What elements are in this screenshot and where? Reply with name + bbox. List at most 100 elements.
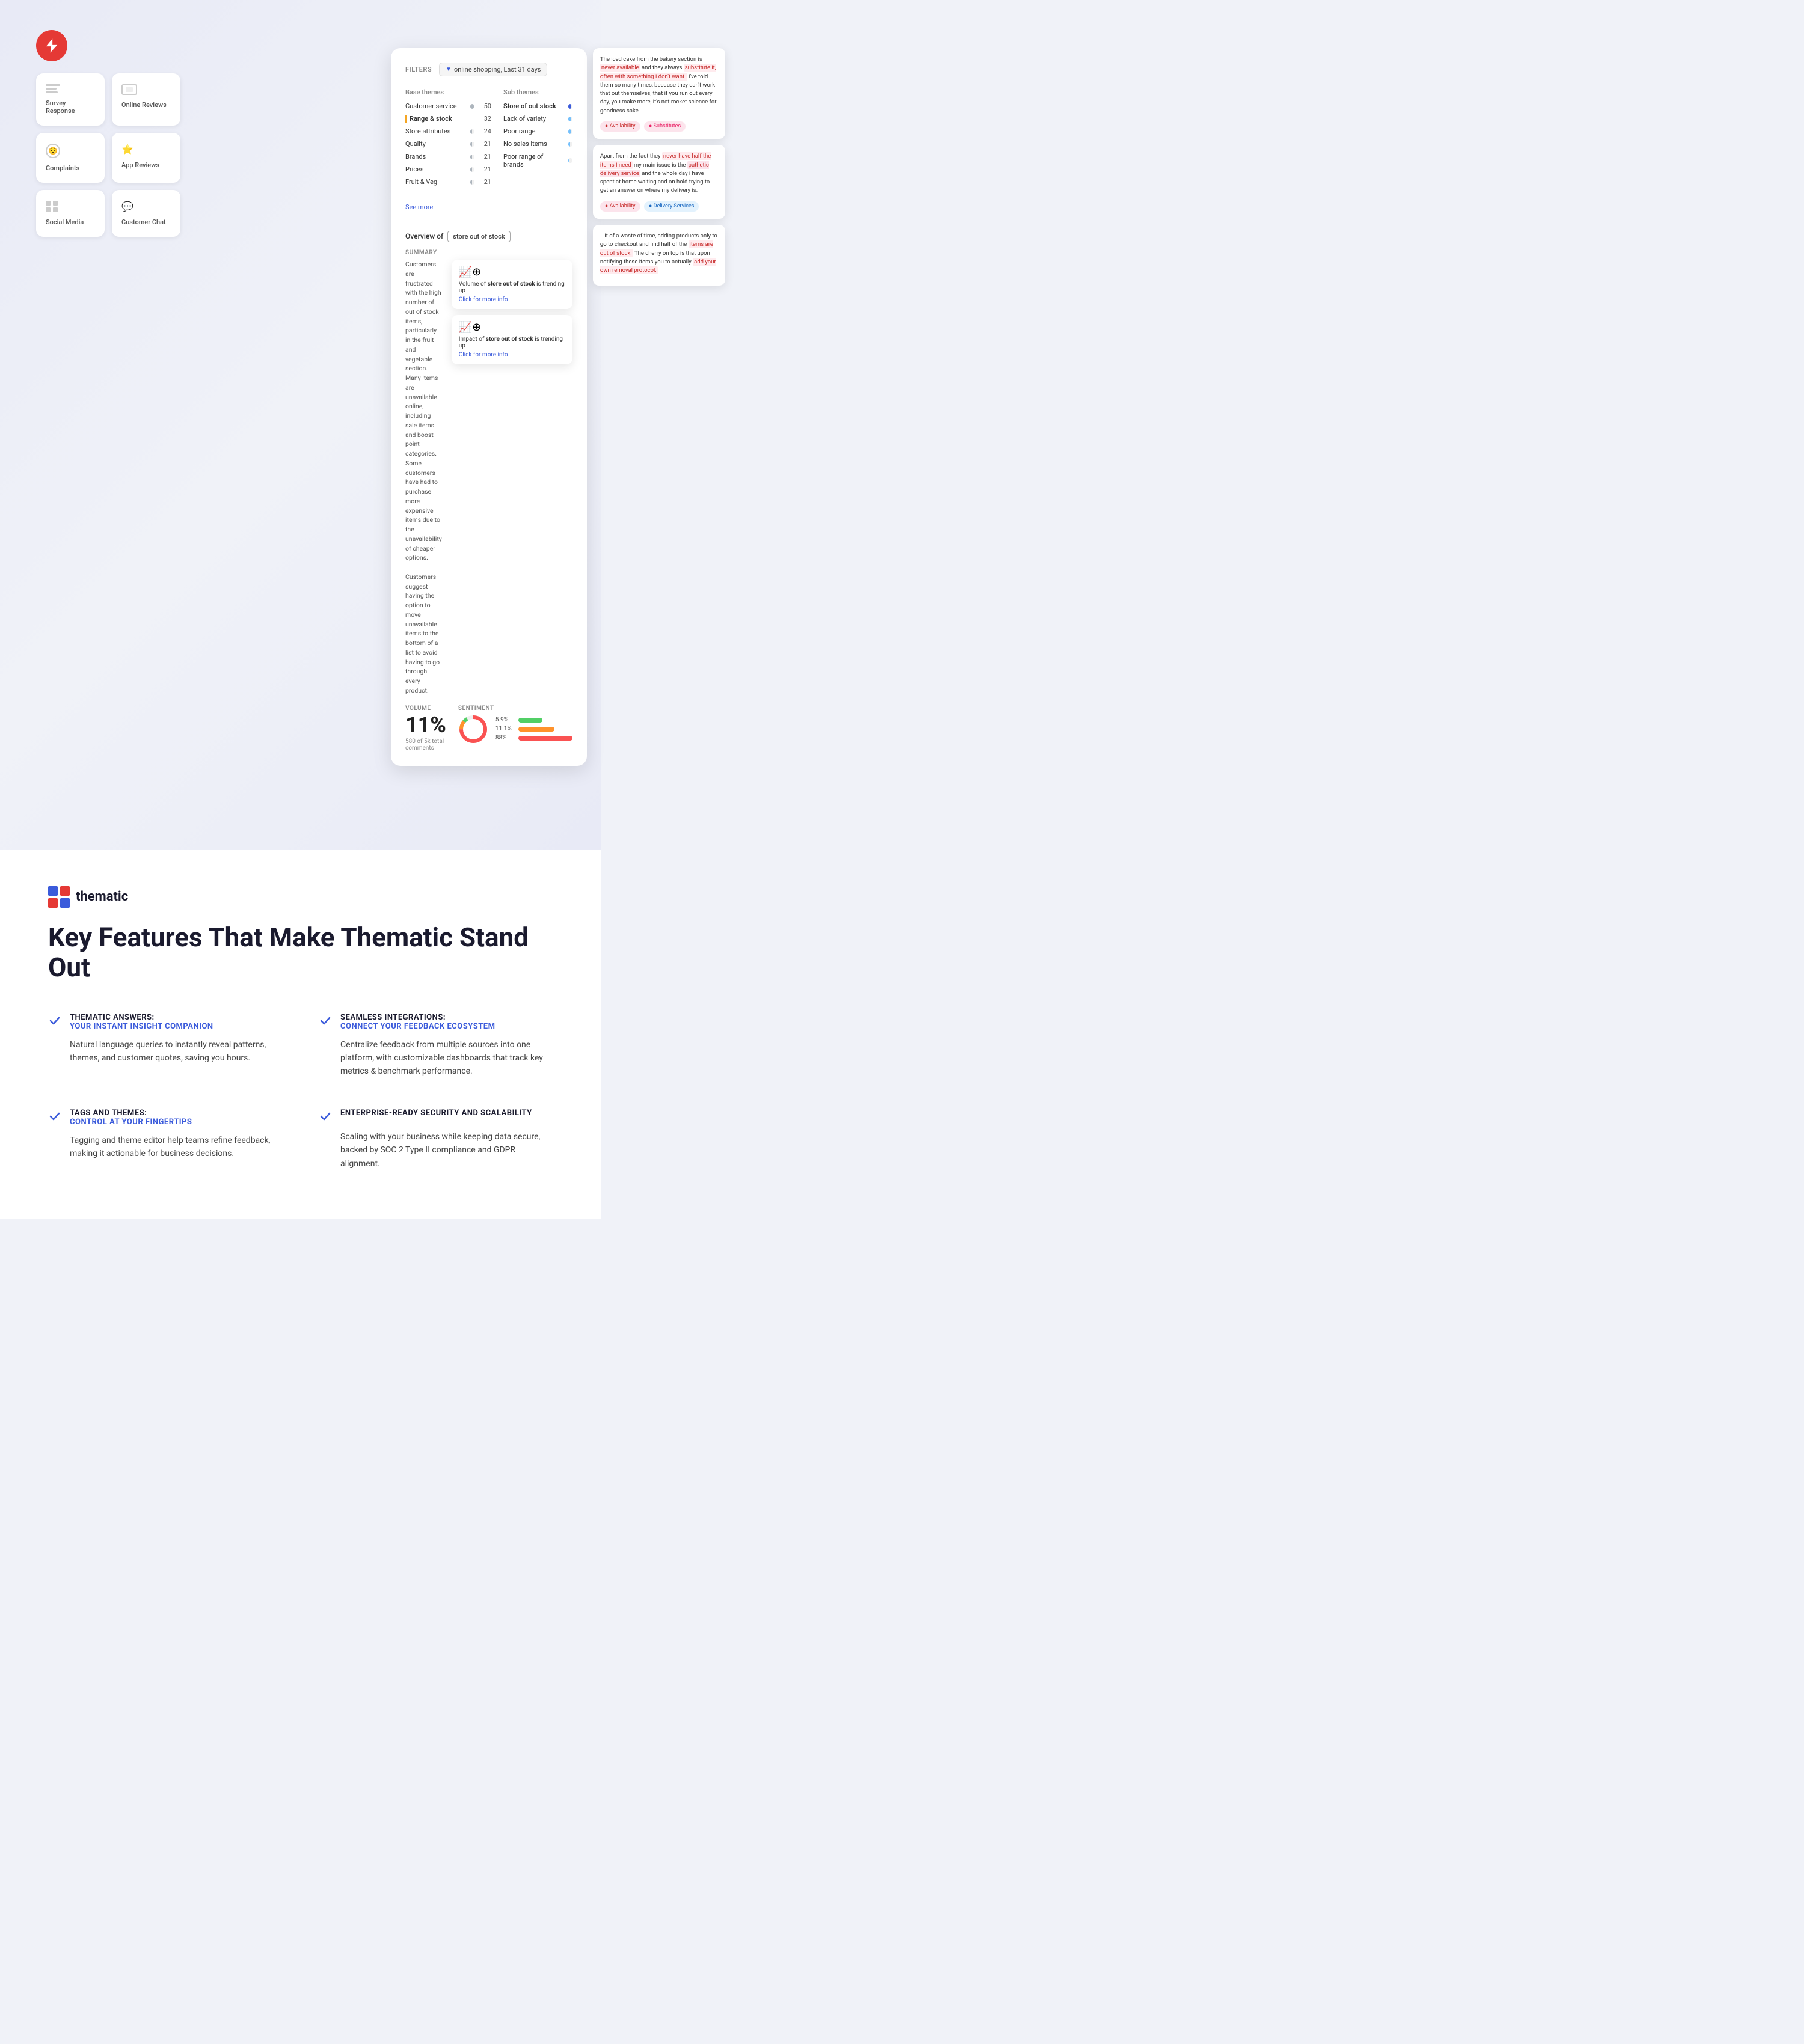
feature-title-line1-1: THEMATIC ANSWERS: [70,1013,213,1022]
theme-count: 21 [479,153,491,161]
see-more-link[interactable]: See more [405,203,433,211]
summary-text: Customers are frustrated with the high n… [405,260,442,696]
theme-bar-container [470,104,474,109]
trending-up-icon-2: 📈⊕ [459,321,565,334]
check-icon-3 [48,1110,61,1123]
review-tags-2: ● Availability ● Delivery Services [600,199,718,212]
sentiment-row-2: 11.1% [495,726,572,732]
tag-availability-2: ● Availability [600,201,640,212]
theme-name: Store attributes [405,127,465,135]
trend-card-link[interactable]: Click for more info [459,296,565,303]
review-text-3: ...it of a waste of time, adding product… [600,232,718,275]
filter-tag-text: online shopping, Last 31 days [454,66,541,73]
theme-count: 21 [479,140,491,148]
sentiment-content: 5.9% 11.1% 88% [458,714,572,744]
feature-desc-1: Natural language queries to instantly re… [70,1038,283,1065]
sub-theme-row-1: Store of out stock [503,102,572,110]
feature-desc-2: Centralize feedback from multiple source… [340,1038,553,1079]
sentiment-bar-negative [518,736,572,741]
theme-row-quality: Quality 21 [405,140,491,148]
sub-theme-bar-container [568,117,572,121]
feature-header-4: ENTERPRISE-READY SECURITY AND SCALABILIT… [319,1109,553,1123]
review-card-1: The iced cake from the bakery section is… [593,48,725,139]
feature-title-line2-3: CONTROL AT YOUR FINGERTIPS [70,1118,192,1127]
theme-count: 21 [479,165,491,173]
sentiment-row-1: 5.9% [495,717,572,723]
feature-title-2: SEAMLESS INTEGRATIONS: CONNECT YOUR FEED… [340,1013,495,1031]
review-card-2: Apart from the fact they never have half… [593,145,725,219]
theme-bar [470,155,472,159]
theme-row-store-attr: Store attributes 24 [405,127,491,135]
filter-tag[interactable]: ▼ online shopping, Last 31 days [439,63,547,76]
theme-row-brands: Brands 21 [405,153,491,161]
thematic-logo-icon [48,886,70,908]
highlight-never-available: never available [600,64,640,72]
theme-bar-container [470,129,474,134]
main-heading: Key Features That Make Thematic Stand Ou… [48,922,553,983]
feature-item-4: ENTERPRISE-READY SECURITY AND SCALABILIT… [319,1109,553,1170]
sentiment-pct: 11.1% [495,726,515,732]
sentiment-label: SENTIMENT [458,705,572,712]
overview-prefix: Overview of [405,232,443,240]
overview-section: Overview of store out of stock SUMMARY C… [405,221,572,751]
feature-title-line1-2: SEAMLESS INTEGRATIONS: [340,1013,495,1022]
sub-themes-header: Sub themes [503,88,572,96]
theme-row-customer-service: Customer service 50 [405,102,491,110]
theme-row-prices: Prices 21 [405,165,491,173]
highlight-items-out: items are out of stock. [600,240,713,257]
sentiment-bar-positive [518,718,542,723]
right-review-cards: The iced cake from the bakery section is… [593,48,725,286]
review-card-3: ...it of a waste of time, adding product… [593,225,725,286]
feature-title-line1-4: ENTERPRISE-READY SECURITY AND SCALABILIT… [340,1109,532,1118]
theme-row-range-stock: Range & stock 32 [405,115,491,123]
feature-item-3: TAGS AND THEMES: CONTROL AT YOUR FINGERT… [48,1109,283,1170]
sub-theme-row-2: Lack of variety [503,115,572,123]
theme-name: Range & stock [410,115,470,123]
brand-name: thematic [76,889,128,904]
feature-header-3: TAGS AND THEMES: CONTROL AT YOUR FINGERT… [48,1109,283,1127]
check-icon-1 [48,1014,61,1027]
sub-theme-row-3: Poor range [503,127,572,135]
tag-delivery: ● Delivery Services [644,201,699,212]
theme-row-fruit: Fruit & Veg 21 [405,178,491,186]
feature-title-line1-3: TAGS AND THEMES: [70,1109,192,1118]
check-icon-4 [319,1110,332,1123]
feature-title-line2-2: CONNECT YOUR FEEDBACK ECOSYSTEM [340,1022,495,1031]
feature-item-1: THEMATIC ANSWERS: YOUR INSTANT INSIGHT C… [48,1013,283,1079]
theme-name: Quality [405,140,465,148]
feature-desc-4: Scaling with your business while keeping… [340,1130,553,1170]
sentiment-bars: 5.9% 11.1% 88% [495,717,572,744]
theme-bar-container [470,142,474,147]
theme-name: Customer service [405,102,465,110]
feature-title-1: THEMATIC ANSWERS: YOUR INSTANT INSIGHT C… [70,1013,213,1031]
feature-desc-3: Tagging and theme editor help teams refi… [70,1134,283,1161]
theme-bar [470,104,474,109]
trend-card-link-2[interactable]: Click for more info [459,352,565,358]
sub-theme-bar-container [568,129,572,134]
theme-bar [470,142,472,147]
theme-name: Brands [405,153,465,161]
theme-bar [470,129,472,134]
sentiment-pct: 5.9% [495,717,515,723]
review-text-2: Apart from the fact they never have half… [600,152,718,195]
sub-theme-row-5: Poor range of brands [503,153,572,168]
brand-logo: thematic [48,886,553,908]
filters-bar: FILTERS ▼ online shopping, Last 31 days [405,63,572,76]
dashboard-panel: FILTERS ▼ online shopping, Last 31 days … [391,48,587,766]
feature-header-1: THEMATIC ANSWERS: YOUR INSTANT INSIGHT C… [48,1013,283,1031]
check-icon-2 [319,1014,332,1027]
feature-item-2: SEAMLESS INTEGRATIONS: CONNECT YOUR FEED… [319,1013,553,1079]
theme-bar [470,167,472,172]
theme-name: Prices [405,165,465,173]
sentiment-gauge [458,714,488,744]
features-grid: THEMATIC ANSWERS: YOUR INSTANT INSIGHT C… [48,1013,553,1170]
feature-title-3: TAGS AND THEMES: CONTROL AT YOUR FINGERT… [70,1109,192,1127]
trend-card-impact: 📈⊕ Impact of store out of stock is trend… [452,315,572,364]
sub-theme-name: Store of out stock [503,102,563,110]
volume-section: VOLUME 11% 580 of 5k total comments [405,705,446,751]
bottom-section: thematic Key Features That Make Thematic… [0,850,601,1219]
sentiment-pct: 88% [495,735,515,741]
sub-theme-bar [568,129,571,134]
trend-card-text: Volume of store out of stock is trending… [459,281,565,294]
sub-theme-bar-container [568,142,572,147]
